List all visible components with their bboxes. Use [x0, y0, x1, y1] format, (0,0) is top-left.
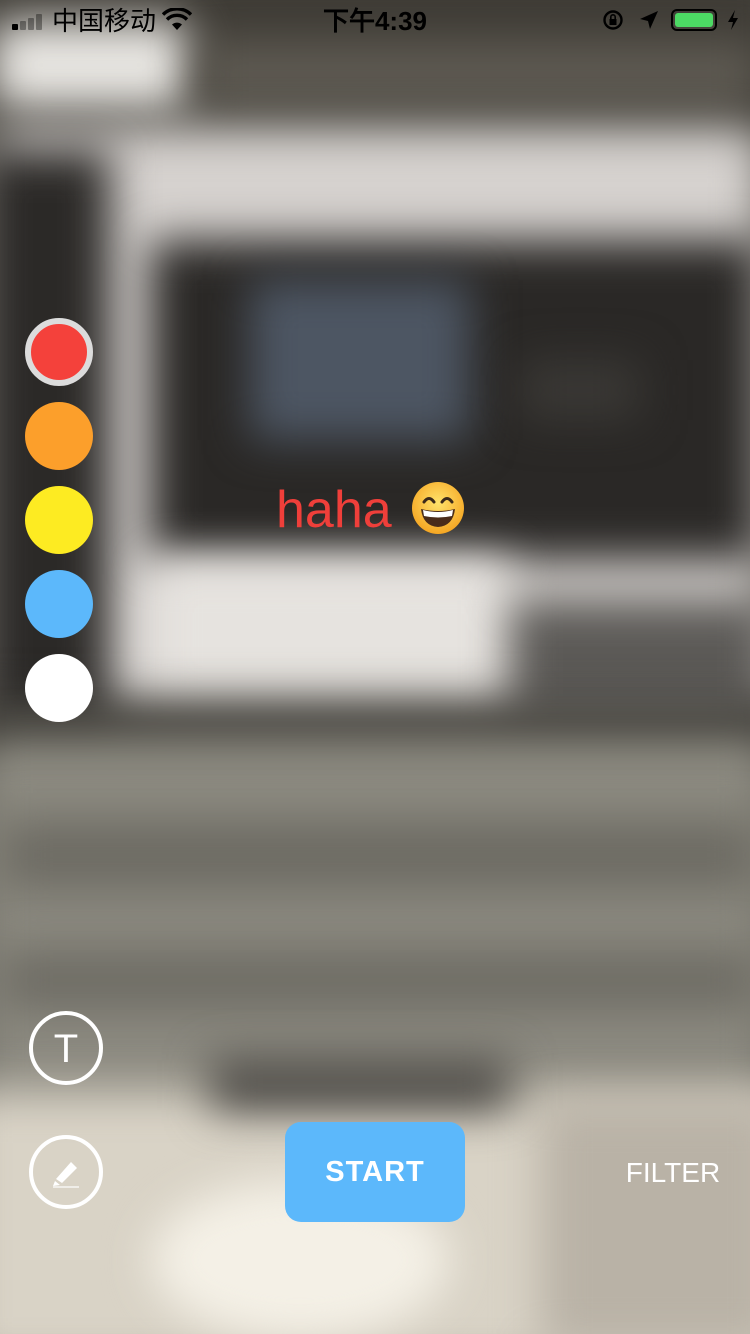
pen-icon: [53, 1162, 79, 1188]
text-tool-button[interactable]: T: [29, 1011, 103, 1085]
color-swatch-2[interactable]: [25, 402, 93, 470]
brush-tool-button[interactable]: [29, 1135, 103, 1209]
battery-icon: [671, 9, 717, 31]
charging-bolt-icon: [728, 10, 738, 30]
start-button[interactable]: START: [285, 1122, 465, 1222]
status-bar: 中国移动 下午4:39: [0, 0, 750, 42]
color-swatch-5[interactable]: [25, 654, 93, 722]
location-arrow-icon: [640, 11, 658, 29]
camera-screen: 中国移动 下午4:39 haha T START FILTER: [0, 0, 750, 1334]
color-swatch-3[interactable]: [25, 486, 93, 554]
filter-button[interactable]: FILTER: [618, 1155, 728, 1191]
grinning-face-emoji-icon: [412, 482, 464, 534]
battery-level: [675, 13, 713, 27]
color-swatch-1[interactable]: [25, 318, 93, 386]
color-swatch-4[interactable]: [25, 570, 93, 638]
text-tool-label: T: [53, 1027, 79, 1071]
rotation-lock-icon: [603, 10, 623, 30]
